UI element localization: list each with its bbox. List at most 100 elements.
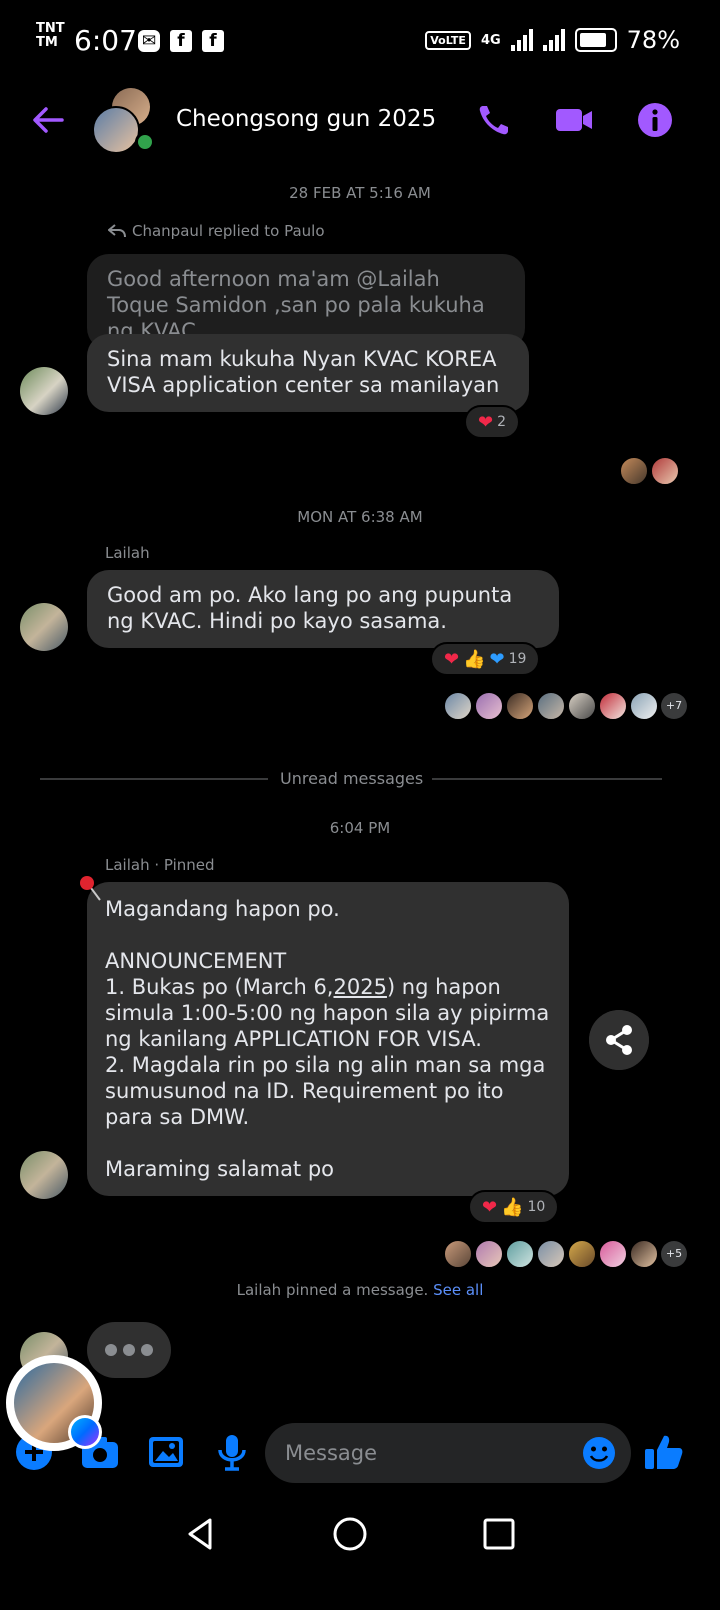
pinned-line: 2. Magdala rin po sila ng alin man sa mg… [105, 1053, 546, 1129]
gallery-icon[interactable] [144, 1430, 188, 1474]
message-input[interactable] [265, 1423, 631, 1483]
avatar [537, 1240, 565, 1268]
reaction-summary[interactable]: ❤ 👍 ❤ 19 [430, 642, 541, 676]
avatar [599, 1240, 627, 1268]
avatar [537, 692, 565, 720]
more-readers-badge[interactable]: +5 [661, 1241, 687, 1267]
signal-icon [542, 29, 565, 51]
read-receipts: +7 [444, 692, 687, 720]
reaction-summary[interactable]: ❤ 2 [464, 405, 521, 439]
avatar [620, 457, 648, 485]
pinned-line: ANNOUNCEMENT [105, 949, 287, 973]
sender-name: Lailah · Pinned [105, 856, 215, 874]
divider [40, 778, 268, 780]
message-timestamp: 28 FEB AT 5:16 AM [289, 184, 431, 202]
status-right: VoLTE 4G 78% [425, 26, 680, 54]
info-icon[interactable] [635, 100, 675, 140]
reaction-count: 10 [527, 1199, 546, 1215]
avatar [599, 692, 627, 720]
blue-heart-reaction-icon: ❤ [489, 648, 505, 670]
read-receipts: +5 [444, 1240, 687, 1268]
share-icon[interactable] [589, 1010, 649, 1070]
conversation-title[interactable]: Cheongsong gun 2025 [176, 106, 436, 132]
read-receipts [620, 457, 679, 485]
carrier-label: TNT TM [36, 22, 65, 50]
reaction-count: 19 [508, 651, 527, 667]
pinned-line: Maraming salamat po [105, 1157, 335, 1181]
typing-dot [105, 1344, 117, 1356]
thumbs-up-reaction-icon: 👍 [501, 1196, 524, 1218]
nav-recents-icon[interactable] [475, 1510, 523, 1558]
date-link[interactable]: 2025 [333, 975, 386, 999]
messenger-icon [68, 1415, 102, 1449]
more-readers-badge[interactable]: +7 [661, 693, 687, 719]
emoji-icon[interactable] [581, 1435, 617, 1471]
phone-icon[interactable] [474, 100, 514, 140]
heart-reaction-icon: ❤ [482, 1196, 498, 1218]
typing-indicator [87, 1322, 171, 1378]
avatar [630, 692, 658, 720]
reply-note: Chanpaul replied to Paulo [108, 222, 325, 240]
microphone-icon[interactable] [210, 1430, 254, 1474]
reply-note-text: Chanpaul replied to Paulo [132, 222, 325, 240]
avatar[interactable] [20, 603, 68, 651]
divider [432, 778, 662, 780]
sender-name: Lailah [105, 544, 150, 562]
typing-dot [141, 1344, 153, 1356]
reply-icon [108, 224, 126, 238]
avatar[interactable] [20, 367, 68, 415]
pinned-line: 1. Bukas po (March 6,2025) ng hapon simu… [105, 974, 551, 1052]
pinned-message-bubble[interactable]: Magandang hapon po. ANNOUNCEMENT 1. Buka… [87, 882, 569, 1196]
avatar [444, 1240, 472, 1268]
avatar [568, 692, 596, 720]
facebook-icon: f [170, 30, 192, 52]
nav-home-icon[interactable] [326, 1510, 374, 1558]
messenger-notification-icon: ✉ [138, 30, 160, 52]
carrier-line2: TM [36, 35, 58, 50]
avatar [568, 1240, 596, 1268]
unread-messages-label: Unread messages [280, 769, 424, 788]
battery-percent: 78% [626, 26, 680, 54]
avatar [475, 1240, 503, 1268]
group-avatar[interactable] [92, 88, 156, 154]
avatar [506, 1240, 534, 1268]
pin-icon [80, 876, 101, 901]
clock: 6:07 [74, 24, 137, 57]
message-timestamp: MON AT 6:38 AM [297, 508, 423, 526]
heart-reaction-icon: ❤ [478, 411, 494, 433]
volte-icon: VoLTE [425, 30, 471, 50]
avatar [475, 692, 503, 720]
facebook-icon: f [202, 30, 224, 52]
see-all-link[interactable]: See all [433, 1281, 483, 1299]
pinned-text: 1. Bukas po (March 6, [105, 975, 334, 999]
heart-reaction-icon: ❤ [444, 648, 460, 670]
avatar [506, 692, 534, 720]
avatar [92, 106, 140, 154]
avatar [651, 457, 679, 485]
chat-head-bubble[interactable] [6, 1355, 102, 1451]
pinned-line: Magandang hapon po. [105, 897, 340, 921]
status-bar: TNT TM 6:07 ✉ f f VoLTE 4G 78% [0, 0, 720, 84]
avatar[interactable] [20, 1151, 68, 1199]
message-bubble[interactable]: Good am po. Ako lang po ang pupunta ng K… [87, 570, 559, 648]
reaction-summary[interactable]: ❤ 👍 10 [468, 1190, 560, 1224]
message-bubble[interactable]: Sina mam kukuha Nyan KVAC KOREA VISA app… [87, 334, 529, 412]
back-arrow-icon[interactable] [28, 100, 68, 140]
avatar [444, 692, 472, 720]
signal-icon [510, 29, 533, 51]
pinned-notice-text: Lailah pinned a message. [236, 1281, 429, 1299]
carrier-line1: TNT [36, 21, 65, 36]
reaction-count: 2 [497, 414, 507, 430]
avatar [630, 1240, 658, 1268]
battery-icon [574, 28, 617, 52]
typing-dot [123, 1344, 135, 1356]
pinned-notice: Lailah pinned a message. See all [0, 1281, 720, 1299]
thumbs-up-icon[interactable] [642, 1430, 686, 1474]
nav-back-icon[interactable] [177, 1510, 225, 1558]
video-call-icon[interactable] [554, 100, 594, 140]
message-timestamp: 6:04 PM [329, 819, 391, 837]
thumbs-up-reaction-icon: 👍 [463, 648, 486, 670]
network-type: 4G [480, 32, 501, 48]
